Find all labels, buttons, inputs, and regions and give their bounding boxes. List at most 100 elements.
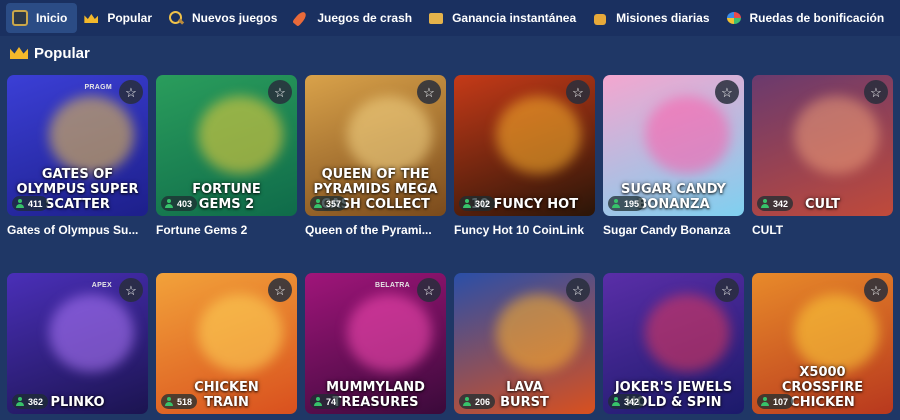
game-thumbnail[interactable]: JOKER'S JEWELS HOLD & SPIN ☆ 342 (603, 273, 744, 414)
game-thumbnail[interactable]: x5000 CROSSFIRE CHICKEN ☆ 107 (752, 273, 893, 414)
nav-item-7[interactable]: Ruedas de bonificación (720, 3, 895, 33)
nav-item-label: Popular (107, 11, 153, 25)
person-icon (16, 397, 24, 406)
home-icon (12, 10, 28, 26)
favorite-star-icon[interactable]: ☆ (417, 278, 441, 302)
game-thumbnail[interactable]: SUGAR CANDY BONANZA ☆ 195 (603, 75, 744, 216)
game-card[interactable]: APEXPLINKO☆362PLINKO (7, 273, 148, 420)
favorite-star-icon[interactable]: ☆ (864, 278, 888, 302)
game-thumbnail[interactable]: CULT ☆ 342 (752, 75, 893, 216)
game-card[interactable]: JOKER'S JEWELS HOLD & SPIN☆342Joker's Je… (603, 273, 744, 420)
nav-item-4[interactable]: Juegos de crash (287, 3, 422, 33)
nav-item-label: Juegos de crash (317, 11, 413, 25)
players-badge: 74 (310, 394, 342, 409)
game-card[interactable]: BELATRAMUMMYLAND TREASURES☆74MummyLand T… (305, 273, 446, 420)
artwork-highlight (347, 96, 432, 174)
favorite-star-icon[interactable]: ☆ (119, 278, 143, 302)
nav-item-label: Misiones diarias (616, 11, 710, 25)
players-badge: 342 (757, 196, 794, 211)
search-icon (168, 10, 184, 26)
players-count: 403 (177, 198, 193, 209)
crown-icon (10, 45, 28, 61)
game-card[interactable]: 10 FUNCY HOT ☆ 302 Funcy Hot 10 CoinLink (454, 75, 595, 238)
person-icon (165, 397, 173, 406)
game-card[interactable]: SUGAR CANDY BONANZA ☆ 195 Sugar Candy Bonan… (603, 75, 744, 238)
players-count: 357 (326, 198, 342, 209)
game-name[interactable]: CULT (752, 222, 893, 238)
favorite-star-icon[interactable]: ☆ (268, 278, 292, 302)
game-thumbnail[interactable]: PRAGM GATES OF OLYMPUS SUPER SCATTER ☆ 411 (7, 75, 148, 216)
artwork-highlight (49, 294, 134, 372)
provider-logo: PRAGM (84, 84, 112, 91)
game-name[interactable]: Queen of the Pyrami... (305, 222, 446, 238)
game-thumbnail[interactable]: APEX PLINKO ☆ 362 (7, 273, 148, 414)
favorite-star-icon[interactable]: ☆ (268, 80, 292, 104)
game-thumbnail[interactable]: QUEEN OF THE PYRAMIDS MEGA CASH COLLECT☆… (305, 75, 446, 216)
game-thumbnail[interactable]: BELATRA MUMMYLAND TREASURES ☆ 74 (305, 273, 446, 414)
games-grid: PRAGM GATES OF OLYMPUS SUPER SCATTER ☆ 411 G… (7, 75, 895, 420)
players-count: 362 (28, 396, 44, 407)
artwork-highlight (794, 294, 879, 372)
favorite-star-icon[interactable]: ☆ (864, 80, 888, 104)
game-thumbnail[interactable]: LAVA BURST ☆ 206 (454, 273, 595, 414)
nav-item-6[interactable]: Misiones diarias (586, 3, 719, 33)
person-icon (314, 199, 322, 208)
artwork-highlight (645, 96, 730, 174)
players-count: 206 (475, 396, 491, 407)
favorite-star-icon[interactable]: ☆ (417, 80, 441, 104)
players-badge: 411 (12, 196, 48, 211)
players-badge: 518 (161, 394, 198, 409)
favorite-star-icon[interactable]: ☆ (715, 80, 739, 104)
players-badge: 357 (310, 196, 347, 211)
nav-item-2[interactable]: Popular (77, 3, 162, 33)
players-badge: 362 (12, 394, 49, 409)
favorite-star-icon[interactable]: ☆ (119, 80, 143, 104)
ticket-icon (428, 10, 444, 26)
nav-item-label: Ganancia instantánea (452, 11, 577, 25)
person-icon (165, 199, 173, 208)
nav-item-8[interactable]: Juegos de (894, 3, 900, 33)
artwork-highlight (645, 294, 730, 372)
nav-item-1[interactable]: Inicio (6, 3, 78, 33)
artwork-highlight (496, 96, 581, 174)
players-count: 107 (773, 396, 789, 407)
rocket-icon (293, 10, 309, 26)
players-count: 195 (624, 198, 640, 209)
game-card[interactable]: LAVA BURST☆206Lava Burst (454, 273, 595, 420)
artwork-highlight (347, 294, 432, 372)
person-icon (463, 397, 471, 406)
nav-item-3[interactable]: Nuevos juegos (162, 3, 287, 33)
favorite-star-icon[interactable]: ☆ (566, 278, 590, 302)
game-card[interactable]: x5000 CROSSFIRE CHICKEN☆107CrossFire Chi… (752, 273, 893, 420)
players-count: 342 (773, 198, 789, 209)
game-card[interactable]: QUEEN OF THE PYRAMIDS MEGA CASH COLLECT☆… (305, 75, 446, 238)
person-icon (761, 199, 769, 208)
players-badge: 195 (608, 196, 645, 211)
game-card[interactable]: CHICKEN TRAIN☆518Chicken Train (156, 273, 297, 420)
game-thumbnail[interactable]: CHICKEN TRAIN ☆ 518 (156, 273, 297, 414)
game-card[interactable]: PRAGM GATES OF OLYMPUS SUPER SCATTER ☆ 411 G… (7, 75, 148, 238)
players-count: 342 (624, 396, 640, 407)
provider-logo: BELATRA (374, 282, 410, 289)
artwork-highlight (496, 294, 581, 372)
game-thumbnail[interactable]: 10 FUNCY HOT ☆ 302 (454, 75, 595, 216)
game-name[interactable]: Funcy Hot 10 CoinLink (454, 222, 595, 238)
provider-logo: APEX (91, 282, 112, 289)
nav-item-5[interactable]: Ganancia instantánea (422, 3, 586, 33)
person-icon (16, 199, 24, 208)
game-name[interactable]: Sugar Candy Bonanza (603, 222, 744, 238)
favorite-star-icon[interactable]: ☆ (566, 80, 590, 104)
category-nav: Inicio Popular Nuevos juegos Juegos de cras… (0, 0, 900, 36)
artwork-highlight (49, 96, 134, 174)
game-thumbnail[interactable]: FORTUNE GEMS 2 ☆ 403 (156, 75, 297, 216)
game-name[interactable]: Gates of Olympus Su... (7, 222, 148, 238)
game-card[interactable]: FORTUNE GEMS 2 ☆ 403 Fortune Gems 2 (156, 75, 297, 238)
game-name[interactable]: Fortune Gems 2 (156, 222, 297, 238)
game-card[interactable]: CULT ☆ 342 CULT (752, 75, 893, 238)
favorite-star-icon[interactable]: ☆ (715, 278, 739, 302)
players-count: 74 (326, 396, 337, 407)
bag-icon (592, 10, 608, 26)
wheel-icon (726, 10, 742, 26)
person-icon (612, 199, 620, 208)
artwork-highlight (794, 96, 879, 174)
